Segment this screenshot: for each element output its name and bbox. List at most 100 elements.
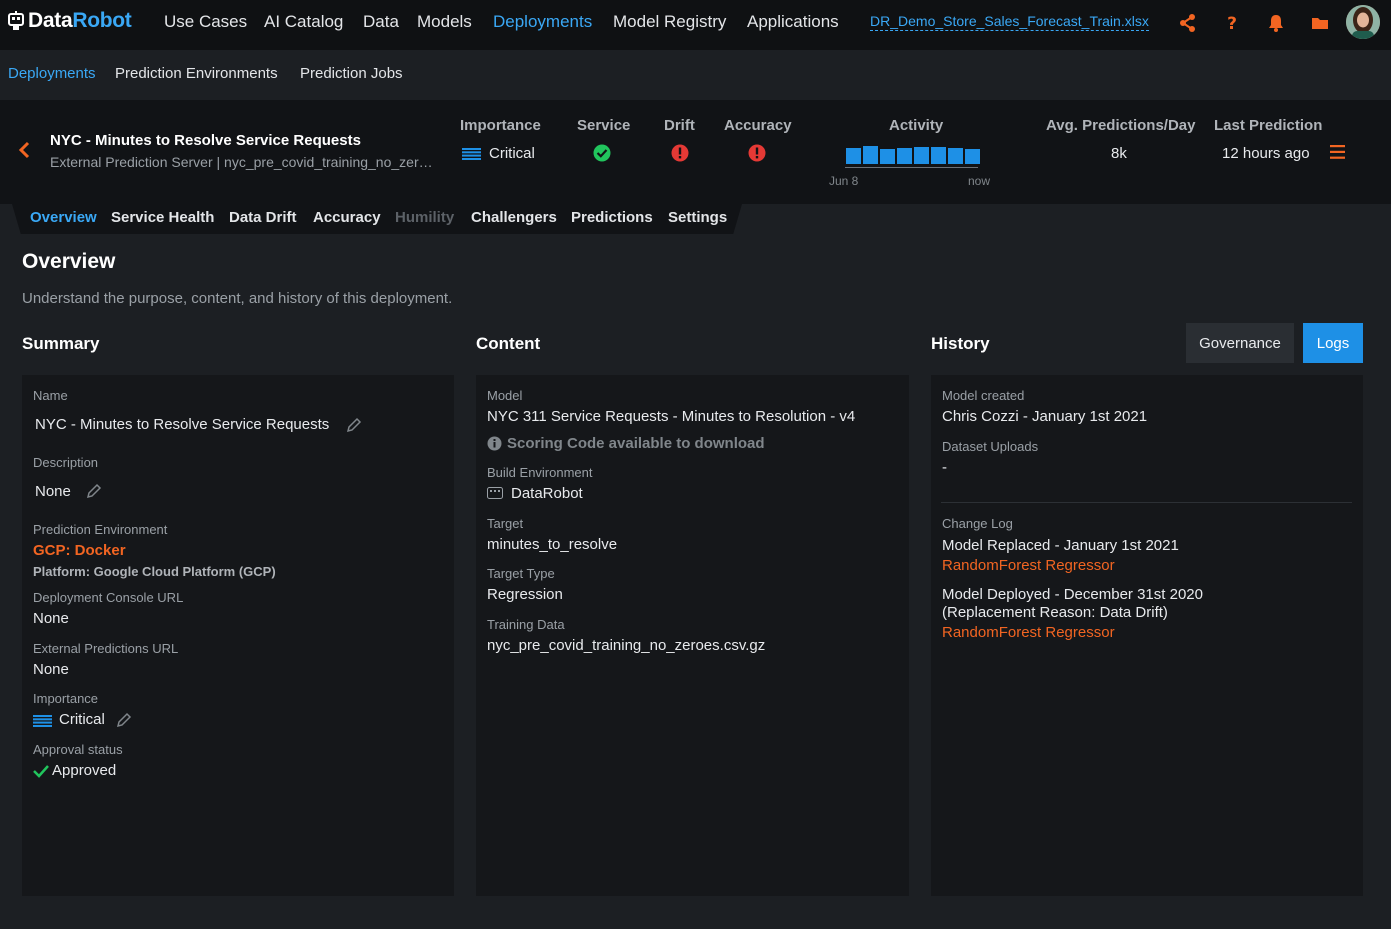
user-avatar-icon [1346,5,1380,39]
accuracy-label: Accuracy [724,117,792,134]
activity-sparkline[interactable] [846,146,980,164]
prediction-environment-link[interactable]: GCP: Docker [33,542,126,559]
subnav-prediction-jobs[interactable]: Prediction Jobs [300,65,403,82]
tab-settings[interactable]: Settings [668,209,727,226]
nav-use-cases[interactable]: Use Cases [164,12,247,32]
history-title: History [931,334,990,353]
importance-field-value: Critical [59,711,105,728]
activity-bar [897,148,912,164]
chevron-left-icon[interactable] [16,140,32,160]
importance-field-label: Importance [33,691,99,706]
drift-error-icon[interactable] [671,144,689,162]
change-log-entry-title: Model Replaced - January 1st 2021 [942,537,1179,554]
description-value: None [35,483,71,500]
change-log-entry-model-link[interactable]: RandomForest Regressor [942,624,1115,641]
activity-bar [914,147,929,164]
logs-button[interactable]: Logs [1303,323,1363,363]
platform-text: Platform: Google Cloud Platform (GCP) [33,564,276,579]
dataset-uploads-label: Dataset Uploads [942,439,1039,454]
tab-overview[interactable]: Overview [30,209,97,226]
activity-bar [846,148,861,164]
page-title: Overview [22,250,116,273]
bell-icon[interactable] [1266,13,1286,33]
share-icon[interactable] [1178,13,1198,33]
activity-start-label: Jun 8 [829,174,859,188]
target-value: minutes_to_resolve [487,536,618,553]
deployment-header: NYC - Minutes to Resolve Service Request… [0,100,1391,204]
activity-bar [863,146,878,164]
summary-panel: Name NYC - Minutes to Resolve Service Re… [22,375,454,896]
sub-navigation: Deployments Prediction Environments Pred… [0,50,1391,100]
content-panel: Model NYC 311 Service Requests - Minutes… [476,375,909,896]
subnav-prediction-environments[interactable]: Prediction Environments [115,65,278,82]
activity-label: Activity [889,117,944,134]
build-environment-label: Build Environment [487,465,593,480]
dataset-file-link[interactable]: DR_Demo_Store_Sales_Forecast_Train.xlsx [870,13,1149,31]
service-label: Service [577,117,631,134]
logo-text: DataRobot [28,9,132,32]
drift-label: Drift [664,117,695,134]
edit-name-pencil-icon[interactable] [346,417,362,433]
governance-button[interactable]: Governance [1186,323,1294,363]
activity-axis [845,167,978,168]
nav-data[interactable]: Data [363,12,399,32]
training-data-value: nyc_pre_covid_training_no_zeroes.csv.gz [487,637,766,654]
tab-accuracy[interactable]: Accuracy [313,209,381,226]
help-icon[interactable]: ? [1222,13,1242,33]
nav-ai-catalog[interactable]: AI Catalog [264,12,343,32]
approval-status-label: Approval status [33,742,123,757]
tab-predictions[interactable]: Predictions [571,209,653,226]
target-label: Target [487,516,524,531]
summary-title: Summary [22,334,100,353]
external-predictions-url-label: External Predictions URL [33,641,179,656]
model-value[interactable]: NYC 311 Service Requests - Minutes to Re… [487,408,855,425]
console-url-value: None [33,610,69,627]
console-url-label: Deployment Console URL [33,590,184,605]
change-log-entry-reason: (Replacement Reason: Data Drift) [942,604,1168,621]
change-log-entry-model-link[interactable]: RandomForest Regressor [942,557,1115,574]
last-prediction-value: 12 hours ago [1222,145,1310,162]
importance-critical-icon [462,148,481,160]
name-value: NYC - Minutes to Resolve Service Request… [35,416,330,433]
name-label: Name [33,388,68,403]
activity-bar [880,149,895,164]
deployment-subtitle: External Prediction Server | nyc_pre_cov… [50,154,435,170]
model-created-label: Model created [942,388,1025,403]
edit-description-pencil-icon[interactable] [86,483,102,499]
nav-model-registry[interactable]: Model Registry [613,12,726,32]
accuracy-error-icon[interactable] [748,144,766,162]
nav-models[interactable]: Models [417,12,472,32]
avatar[interactable] [1346,5,1380,39]
scoring-code-link[interactable]: Scoring Code available to download [507,435,765,452]
folder-icon[interactable] [1310,13,1330,33]
target-type-value: Regression [487,586,563,603]
nav-deployments[interactable]: Deployments [493,12,592,32]
build-environment-value: DataRobot [511,485,583,502]
robot-logo-icon [8,11,24,30]
model-label: Model [487,388,523,403]
avg-predictions-label: Avg. Predictions/Day [1046,117,1196,134]
nav-applications[interactable]: Applications [747,12,839,32]
change-log-entry-title: Model Deployed - December 31st 2020 [942,586,1203,603]
activity-bar [965,149,980,164]
importance-label: Importance [460,117,541,134]
tab-service-health[interactable]: Service Health [111,209,214,226]
hamburger-menu-icon[interactable] [1330,145,1345,159]
info-icon [487,436,502,451]
activity-bar [948,148,963,164]
deployment-title: NYC - Minutes to Resolve Service Request… [50,132,361,149]
target-type-label: Target Type [487,566,555,581]
subnav-deployments[interactable]: Deployments [8,65,96,82]
last-prediction-label: Last Prediction [1214,117,1323,134]
tab-challengers[interactable]: Challengers [471,209,557,226]
datarobot-logo[interactable]: DataRobot [8,9,132,33]
activity-end-label: now [968,174,991,188]
training-data-label: Training Data [487,617,565,632]
avg-predictions-value: 8k [1111,145,1127,162]
approved-check-icon [33,765,49,778]
history-divider [941,502,1352,503]
service-ok-icon[interactable] [593,144,611,162]
edit-importance-pencil-icon[interactable] [116,712,132,728]
tab-data-drift[interactable]: Data Drift [229,209,297,226]
history-panel: Model created Chris Cozzi - January 1st … [931,375,1363,896]
